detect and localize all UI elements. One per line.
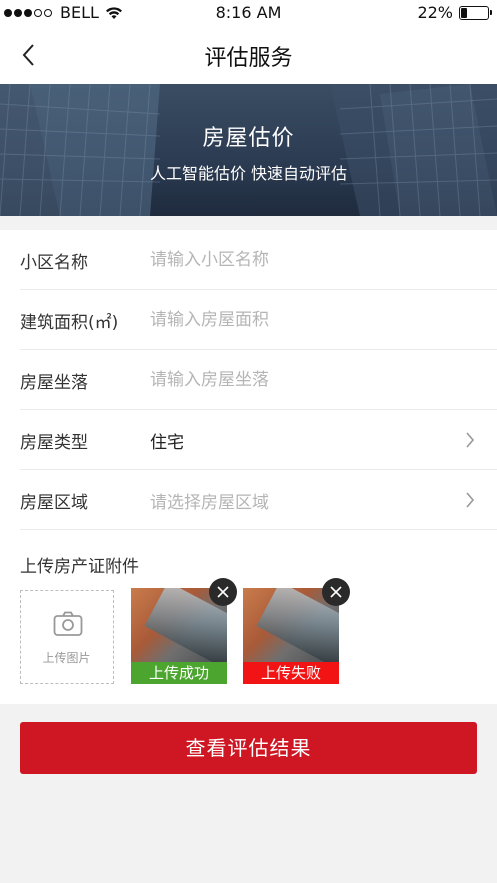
upload-section: 上传房产证附件 上传图片 上传成功 上传失败	[0, 530, 497, 704]
upload-title: 上传房产证附件	[20, 557, 139, 577]
house-type-value: 住宅	[150, 432, 184, 453]
house-type-label: 房屋类型	[20, 432, 88, 453]
camera-icon	[53, 611, 83, 636]
close-icon	[330, 586, 342, 598]
battery-fill	[461, 7, 467, 18]
remove-image-button[interactable]	[322, 578, 350, 606]
area-row: 建筑面积(㎡)	[0, 290, 497, 350]
upload-status-badge: 上传成功	[131, 662, 227, 684]
uploaded-image-thumbnail[interactable]: 上传成功	[131, 588, 227, 684]
upload-image-label: 上传图片	[42, 651, 91, 665]
battery-percentage: 22%	[417, 3, 453, 22]
valuation-form: 小区名称 建筑面积(㎡) 房屋坐落 房屋类型 住宅 房屋区域 请选择房屋区域	[0, 230, 497, 530]
status-bar: BELL 8:16 AM 22%	[0, 0, 497, 26]
upload-image-button[interactable]: 上传图片	[20, 590, 114, 684]
page-title: 评估服务	[204, 46, 293, 71]
upload-status-badge: 上传失败	[243, 662, 339, 684]
community-row: 小区名称	[0, 230, 497, 290]
community-label: 小区名称	[20, 252, 88, 273]
house-type-select[interactable]: 房屋类型 住宅	[0, 410, 497, 470]
page: BELL 8:16 AM 22% 评估服务 房屋估价 人工智能估价 快速自动评估…	[0, 0, 497, 883]
remove-image-button[interactable]	[209, 578, 237, 606]
status-right: 22%	[417, 3, 492, 22]
banner: 房屋估价 人工智能估价 快速自动评估	[0, 84, 497, 216]
chevron-right-icon	[466, 432, 475, 448]
banner-subtitle: 人工智能估价 快速自动评估	[149, 164, 348, 183]
area-input[interactable]	[150, 305, 450, 335]
view-result-button[interactable]: 查看评估结果	[20, 722, 477, 774]
nav-bar: 评估服务	[0, 26, 497, 84]
battery-icon	[459, 5, 492, 20]
house-region-placeholder: 请选择房屋区域	[150, 492, 269, 513]
location-row: 房屋坐落	[0, 350, 497, 410]
chevron-right-icon	[466, 492, 475, 508]
community-input[interactable]	[150, 245, 450, 275]
location-label: 房屋坐落	[20, 372, 88, 393]
house-region-select[interactable]: 房屋区域 请选择房屋区域	[0, 470, 497, 530]
location-input[interactable]	[150, 365, 450, 395]
uploaded-image-thumbnail[interactable]: 上传失败	[243, 588, 339, 684]
close-icon	[217, 586, 229, 598]
house-region-label: 房屋区域	[20, 492, 88, 513]
banner-title: 房屋估价	[202, 126, 295, 151]
area-label: 建筑面积(㎡)	[20, 312, 119, 333]
